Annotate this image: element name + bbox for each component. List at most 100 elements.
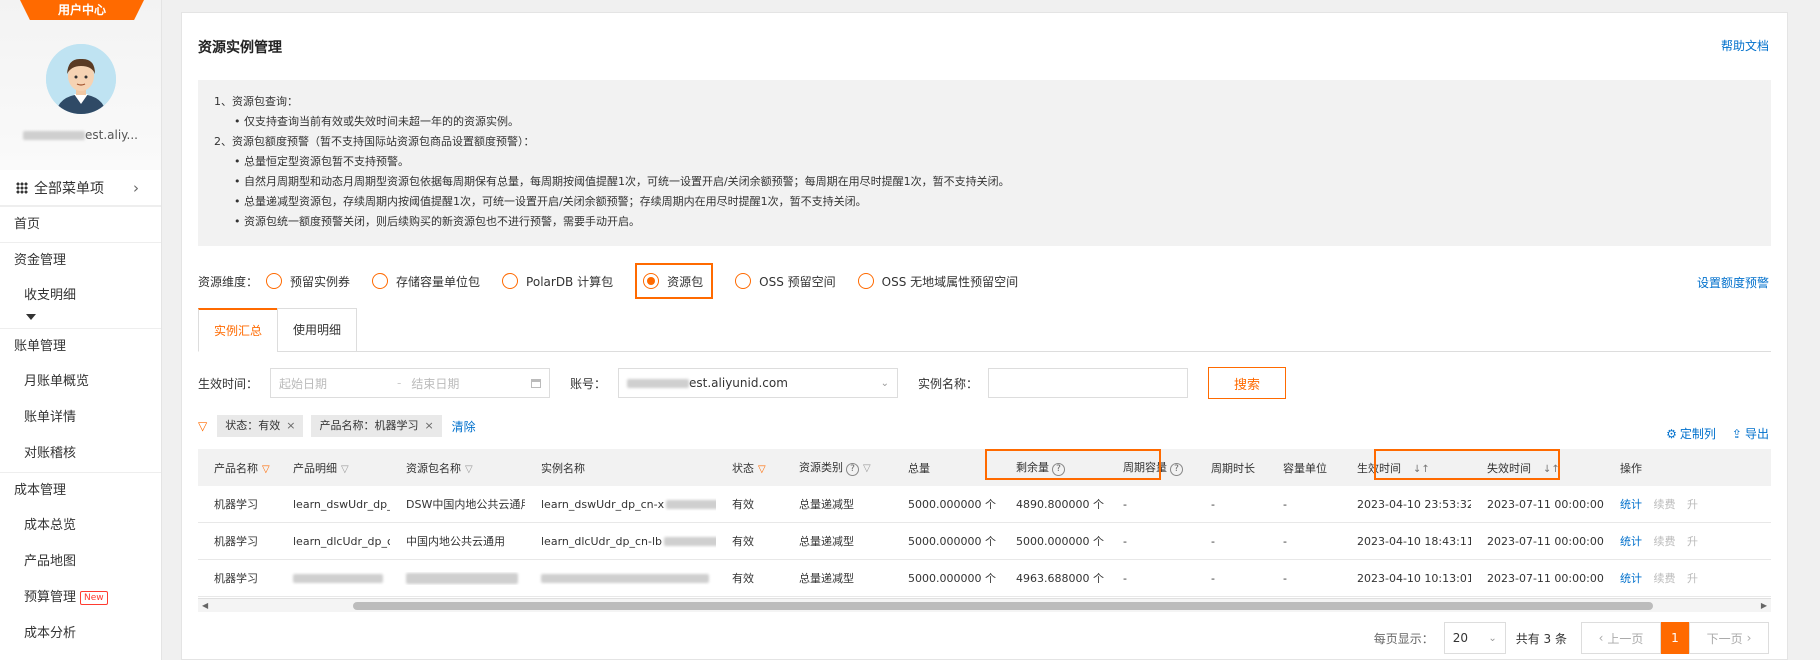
help-docs-link[interactable]: 帮助文档 <box>1721 37 1769 54</box>
radio-storage-unit[interactable]: 存储容量单位包 <box>372 268 480 294</box>
sidebar-item-cost-analysis[interactable]: 成本分析 <box>0 616 161 652</box>
cell-detail <box>277 572 390 585</box>
tab-usage-details[interactable]: 使用明细 <box>277 308 357 352</box>
masked-package <box>406 573 518 584</box>
col-package[interactable]: 资源包名称 ▽ <box>390 460 525 476</box>
close-icon[interactable]: × <box>424 419 433 432</box>
radio-label: OSS 无地域属性预留空间 <box>881 274 1019 289</box>
cell-category: 总量递减型 <box>799 572 854 585</box>
tab-instance-summary[interactable]: 实例汇总 <box>198 308 278 352</box>
upgrade-link[interactable]: 升 <box>1687 498 1698 511</box>
instance-table: 产品名称 ▽ 产品明细 ▽ 资源包名称 ▽ 实例名称 状态 ▽ 资源类别? ▽ 总量 剩余… <box>198 449 1771 597</box>
horizontal-scrollbar[interactable]: ◀ ▶ <box>198 598 1771 612</box>
help-icon[interactable]: ? <box>846 463 859 476</box>
search-button[interactable]: 搜索 <box>1208 367 1287 399</box>
range-separator: - <box>397 376 402 390</box>
page-title: 资源实例管理 <box>198 40 282 56</box>
active-filters: ▽ 状态：有效 × 产品名称：机器学习 × 清除 <box>198 415 476 437</box>
notice-line: • 总量恒定型资源包暂不支持预警。 <box>234 155 409 168</box>
scroll-left-icon[interactable]: ◀ <box>202 599 208 613</box>
col-status[interactable]: 状态 ▽ <box>716 460 783 476</box>
export-icon: ⇪ <box>1731 427 1742 441</box>
col-product[interactable]: 产品名称 ▽ <box>198 460 277 476</box>
stats-link[interactable]: 统计 <box>1620 498 1642 511</box>
notice-line: 2、资源包额度预警（暂不支持国际站资源包商品设置额度预警）： <box>214 135 535 148</box>
per-page-select[interactable]: 20 ⌄ <box>1443 622 1506 654</box>
sidebar-item-cost-overview[interactable]: 成本总览 <box>0 508 161 544</box>
upgrade-link[interactable]: 升 <box>1687 535 1698 548</box>
masked-id <box>664 537 716 546</box>
help-icon[interactable]: ? <box>1052 463 1065 476</box>
col-start-time[interactable]: 生效时间 ↓↑ <box>1341 460 1471 476</box>
filter-icon[interactable]: ▽ <box>262 464 270 475</box>
col-label: 周期容量 <box>1123 461 1167 474</box>
renew-link[interactable]: 续费 <box>1654 535 1676 548</box>
all-menu-button[interactable]: 全部菜单项 › <box>0 170 161 206</box>
radio-polardb[interactable]: PolarDB 计算包 <box>502 268 613 294</box>
filter-icon: ▽ <box>198 419 208 433</box>
radio-circle <box>372 273 389 289</box>
cell-detail: learn_dlcUdr_dp_cn <box>293 534 390 548</box>
new-badge: New <box>80 590 108 605</box>
filter-icon[interactable]: ▽ <box>465 464 473 475</box>
sidebar-item-monthly-overview[interactable]: 月账单概览 <box>0 364 161 400</box>
sidebar-item-product-map[interactable]: 产品地图 <box>0 544 161 580</box>
stats-link[interactable]: 统计 <box>1620 535 1642 548</box>
cell-unit: - <box>1283 497 1287 511</box>
page-1-button[interactable]: 1 <box>1661 622 1689 654</box>
sidebar-item-budget[interactable]: 预算管理 New <box>0 580 161 616</box>
help-icon[interactable]: ? <box>1170 463 1183 476</box>
radio-resource-package[interactable]: 资源包 <box>635 263 714 299</box>
radio-oss-no-region[interactable]: OSS 无地域属性预留空间 <box>857 268 1019 294</box>
sidebar-item-income-expense[interactable]: 收支明细 <box>0 278 161 314</box>
filter-icon[interactable]: ▽ <box>758 464 766 475</box>
stats-link[interactable]: 统计 <box>1620 572 1642 585</box>
prev-page-button[interactable]: ‹ 上一页 <box>1581 622 1661 654</box>
sort-icon[interactable]: ↓↑ <box>1413 464 1430 475</box>
upgrade-link[interactable]: 升 <box>1687 572 1698 585</box>
export-button[interactable]: ⇪ 导出 <box>1732 425 1769 442</box>
cell-end-time: 2023-07-11 00:00:00 <box>1487 571 1604 585</box>
col-category[interactable]: 资源类别? ▽ <box>783 459 892 476</box>
sidebar-item-home[interactable]: 首页 <box>0 206 161 242</box>
clear-filters-link[interactable]: 清除 <box>452 418 476 435</box>
renew-link[interactable]: 续费 <box>1654 572 1676 585</box>
instance-name-input[interactable] <box>988 368 1189 398</box>
radio-oss-reserved[interactable]: OSS 预留空间 <box>735 268 836 294</box>
filter-icon[interactable]: ▽ <box>863 463 871 474</box>
account-select[interactable]: est.aliyunid.com ⌄ <box>618 368 899 398</box>
close-icon[interactable]: × <box>286 419 295 432</box>
sidebar-group-cost[interactable]: 成本管理 <box>0 472 161 508</box>
next-page-button[interactable]: 下一页 › <box>1689 622 1769 654</box>
scroll-right-icon[interactable]: ▶ <box>1761 599 1767 613</box>
cell-instance <box>525 572 716 585</box>
col-detail[interactable]: 产品明细 ▽ <box>277 460 390 476</box>
avatar[interactable] <box>46 44 116 114</box>
renew-link[interactable]: 续费 <box>1654 498 1676 511</box>
per-page-value: 20 <box>1452 631 1469 645</box>
col-label: 实例名称 <box>541 461 585 475</box>
cell-total: 5000.000000 个 <box>908 572 996 585</box>
cell-cycle-length: - <box>1211 497 1215 511</box>
col-instance: 实例名称 <box>525 460 716 476</box>
filter-icon[interactable]: ▽ <box>341 464 349 475</box>
date-range-picker[interactable]: 起始日期 - 结束日期 <box>270 368 551 398</box>
sort-icon[interactable]: ↓↑ <box>1543 464 1560 475</box>
sidebar-item-bill-details[interactable]: 账单详情 <box>0 400 161 436</box>
col-total: 总量 <box>892 460 1000 476</box>
set-quota-alert-link[interactable]: 设置额度预警 <box>1697 274 1769 291</box>
scrollbar-thumb[interactable] <box>353 602 1653 610</box>
grid-icon <box>16 181 28 194</box>
sidebar-item-reconciliation[interactable]: 对账稽核 <box>0 436 161 472</box>
account-label: 账号： <box>570 376 607 391</box>
sidebar-group-funds[interactable]: 资金管理 <box>0 242 161 278</box>
col-end-time[interactable]: 失效时间 ↓↑ <box>1471 460 1604 476</box>
cell-cycle-capacity: - <box>1123 534 1127 548</box>
per-page-label: 每页显示： <box>1373 631 1434 646</box>
cell-product: 机器学习 <box>214 498 258 511</box>
radio-reserved-instance[interactable]: 预留实例券 <box>266 268 350 294</box>
notice-line: • 自然月周期型和动态月周期型资源包依据每周期保有总量，每周期按阈值提醒1次，可… <box>234 175 1010 188</box>
caret-down-icon[interactable] <box>26 314 36 320</box>
customize-columns-button[interactable]: ⚙ 定制列 <box>1666 425 1716 442</box>
sidebar-group-billing[interactable]: 账单管理 <box>0 328 161 364</box>
